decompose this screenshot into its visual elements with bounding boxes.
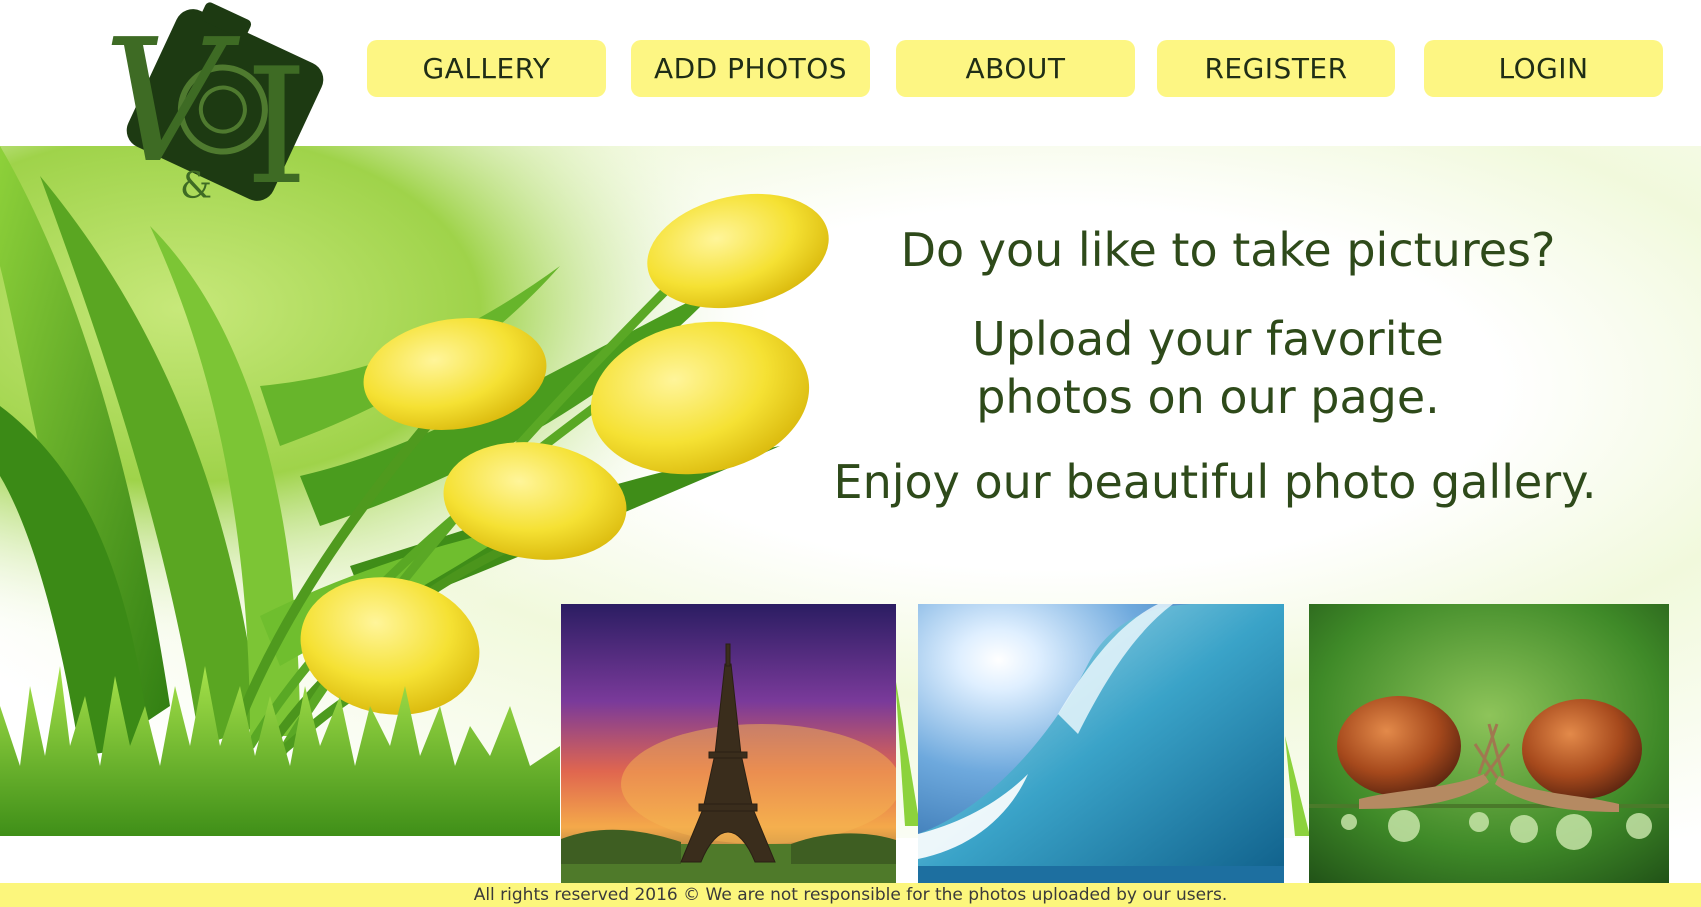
thumbnail-eiffel-tower[interactable] bbox=[561, 604, 896, 883]
nav-add-photos[interactable]: ADD PHOTOS bbox=[631, 40, 870, 97]
camera-logo-icon[interactable]: V I & bbox=[95, 0, 330, 215]
hero-enjoy-text: Enjoy our beautiful photo gallery. bbox=[833, 455, 1597, 509]
svg-text:&: & bbox=[180, 166, 212, 207]
hero-upload-line-2: photos on our page. bbox=[976, 370, 1440, 424]
nav-login[interactable]: LOGIN bbox=[1424, 40, 1663, 97]
hero-upload-text: Upload your favorite photos on our page. bbox=[808, 310, 1608, 426]
nav-about[interactable]: ABOUT bbox=[896, 40, 1135, 97]
nav-gallery[interactable]: GALLERY bbox=[367, 40, 606, 97]
thumbnail-snails[interactable] bbox=[1309, 604, 1669, 883]
snails-image bbox=[1309, 604, 1669, 883]
svg-text:I: I bbox=[245, 33, 308, 215]
thumbnail-ocean-wave[interactable] bbox=[918, 604, 1284, 883]
ocean-wave-image bbox=[918, 604, 1284, 883]
hero-question: Do you like to take pictures? bbox=[900, 223, 1556, 277]
hero-upload-line-1: Upload your favorite bbox=[972, 312, 1444, 366]
eiffel-tower-image bbox=[561, 604, 896, 883]
svg-text:V: V bbox=[103, 3, 241, 201]
footer-copyright: All rights reserved 2016 © We are not re… bbox=[0, 883, 1701, 907]
nav-register[interactable]: REGISTER bbox=[1157, 40, 1395, 97]
